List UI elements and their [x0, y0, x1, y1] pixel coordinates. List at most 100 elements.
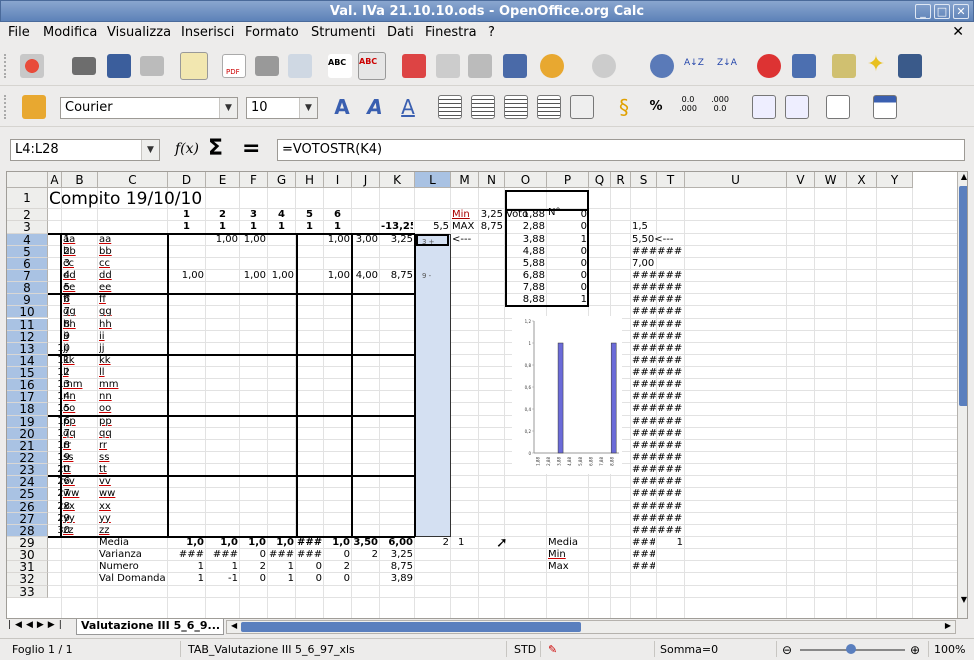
insert-chart-icon[interactable] — [757, 54, 781, 78]
summary-varianza-value[interactable]: 3,25 — [381, 549, 413, 561]
increase-indent-icon[interactable] — [785, 95, 809, 119]
r-col-cell[interactable]: ###### — [632, 513, 689, 525]
r-col-cell[interactable]: ###### — [632, 452, 689, 464]
student-name[interactable]: gg — [63, 306, 96, 318]
chevron-down-icon[interactable]: ▼ — [219, 98, 237, 118]
student-name[interactable]: ii — [63, 331, 96, 343]
max-label[interactable]: MAX — [452, 221, 477, 233]
r-col-cell[interactable]: ###### — [632, 464, 689, 476]
voto-count[interactable]: 0 — [548, 282, 587, 294]
column-header-y[interactable]: Y — [877, 172, 913, 188]
undo-icon[interactable] — [540, 54, 564, 78]
sort-ascending-icon[interactable]: A↓Z — [684, 54, 708, 78]
column-header-g[interactable]: G — [268, 172, 296, 188]
vertical-scroll-thumb[interactable] — [959, 186, 967, 406]
horizontal-scrollbar[interactable]: ◀ ▶ — [226, 620, 956, 634]
summary-media-value[interactable]: 3,50 — [353, 537, 378, 549]
column-header-f[interactable]: F — [240, 172, 268, 188]
paste-icon[interactable] — [468, 54, 492, 78]
cell-j4[interactable]: 3,00 — [353, 234, 378, 246]
r-col-cell[interactable]: ###### — [632, 488, 689, 500]
styles-icon[interactable] — [22, 95, 46, 119]
column-header-v[interactable]: V — [787, 172, 815, 188]
r-min-label[interactable]: Min — [548, 549, 605, 561]
summary-valdomanda-value[interactable]: 1 — [169, 573, 204, 585]
align-right-icon[interactable] — [504, 95, 528, 119]
r-min-value[interactable]: ### — [632, 549, 655, 561]
student-name-copy[interactable]: ff — [99, 294, 166, 306]
cell-l4[interactable]: 3 + — [416, 233, 449, 246]
close-window-button[interactable]: ✕ — [953, 4, 969, 19]
column-header-s[interactable]: S — [631, 172, 657, 188]
redo-icon[interactable] — [592, 54, 616, 78]
student-name[interactable]: dd — [63, 270, 96, 282]
student-name-copy[interactable]: pp — [99, 416, 166, 428]
r-col-cell[interactable]: ###### — [632, 403, 689, 415]
column-header-t[interactable]: T — [657, 172, 685, 188]
column-header-q[interactable]: Q — [589, 172, 611, 188]
voto-value[interactable]: 3,88 — [506, 234, 545, 246]
row-header-3[interactable]: 3 — [7, 221, 48, 234]
column-header-w[interactable]: W — [815, 172, 847, 188]
percent-icon[interactable]: % — [644, 95, 668, 119]
gallery-star-icon[interactable]: ✦ — [864, 54, 888, 78]
save-icon[interactable] — [107, 54, 131, 78]
column-header-d[interactable]: D — [168, 172, 206, 188]
r-col-cell[interactable]: ###### — [632, 416, 689, 428]
question-number-cell[interactable]: 2 — [207, 209, 238, 221]
student-name[interactable]: ff — [63, 294, 96, 306]
summary-media-value[interactable]: 1,0 — [269, 537, 294, 549]
student-name-copy[interactable]: vv — [99, 476, 166, 488]
voto-value[interactable]: 6,88 — [506, 270, 545, 282]
menu-visualizza[interactable]: Visualizza — [107, 25, 171, 40]
row-header-12[interactable]: 12 — [7, 331, 48, 343]
select-all-corner[interactable] — [7, 172, 48, 188]
row-header-11[interactable]: 11 — [7, 318, 48, 331]
hyperlink-icon[interactable] — [650, 54, 674, 78]
summary-valdomanda-value[interactable]: 0 — [297, 573, 322, 585]
column-header-p[interactable]: P — [547, 172, 589, 188]
student-name-copy[interactable]: gg — [99, 306, 166, 318]
sum-indicator[interactable]: Somma=0 — [660, 643, 718, 656]
summary-label-numero[interactable]: Numero — [99, 561, 176, 573]
justify-icon[interactable] — [537, 95, 561, 119]
vertical-scrollbar[interactable]: ▲ ▼ — [957, 172, 967, 618]
student-name-copy[interactable]: yy — [99, 513, 166, 525]
summary-media-value[interactable]: 1,0 — [207, 537, 238, 549]
row-header-5[interactable]: 5 — [7, 246, 48, 258]
student-name[interactable]: bb — [63, 246, 96, 258]
summary-numero-value[interactable]: 1 — [269, 561, 294, 573]
print-preview-icon[interactable] — [288, 54, 312, 78]
cell-e4[interactable]: 1,00 — [207, 234, 238, 246]
student-name-copy[interactable]: kk — [99, 355, 166, 367]
r-col-cell[interactable]: ###### — [632, 319, 689, 331]
new-document-icon[interactable] — [20, 54, 44, 78]
row-header-25[interactable]: 25 — [7, 488, 48, 501]
menu-finestra[interactable]: Finestra — [425, 25, 477, 40]
question-number-cell[interactable]: 3 — [241, 209, 266, 221]
chevron-down-icon[interactable]: ▼ — [141, 140, 159, 160]
summary-numero-value[interactable]: 0 — [297, 561, 322, 573]
voto-count[interactable]: 1 — [548, 234, 587, 246]
r-max-label[interactable]: Max — [548, 561, 605, 573]
student-name[interactable]: xx — [63, 501, 96, 513]
column-header-b[interactable]: B — [62, 172, 98, 188]
summary-media-m[interactable]: 1 — [452, 537, 477, 549]
column-header-e[interactable]: E — [206, 172, 240, 188]
voto-distribution-chart[interactable]: 1,2 1 0,8 0,6 0,4 0,2 0 1,88 2,88 3,88 4,88 5,88 6,8… — [512, 316, 622, 474]
student-name[interactable]: mm — [63, 379, 96, 391]
export-pdf-icon[interactable]: PDF — [222, 54, 246, 78]
r-col-cell[interactable]: ###### — [632, 355, 689, 367]
spellcheck-icon[interactable]: ABC — [328, 54, 352, 78]
summary-varianza-value[interactable]: ### — [269, 549, 294, 561]
cell-l7[interactable]: 9 - — [416, 270, 449, 282]
open-folder-icon[interactable] — [72, 57, 96, 75]
cell-m4[interactable]: <--- — [452, 234, 477, 246]
add-decimal-icon[interactable]: .000 0.0 — [708, 95, 732, 119]
navigator-icon[interactable] — [832, 54, 856, 78]
student-name-copy[interactable]: ww — [99, 488, 166, 500]
student-name-copy[interactable]: ll — [99, 367, 166, 379]
r-media-count[interactable]: 1 — [658, 537, 683, 549]
column-header-c[interactable]: C — [98, 172, 168, 188]
voto-value[interactable]: 4,88 — [506, 246, 545, 258]
